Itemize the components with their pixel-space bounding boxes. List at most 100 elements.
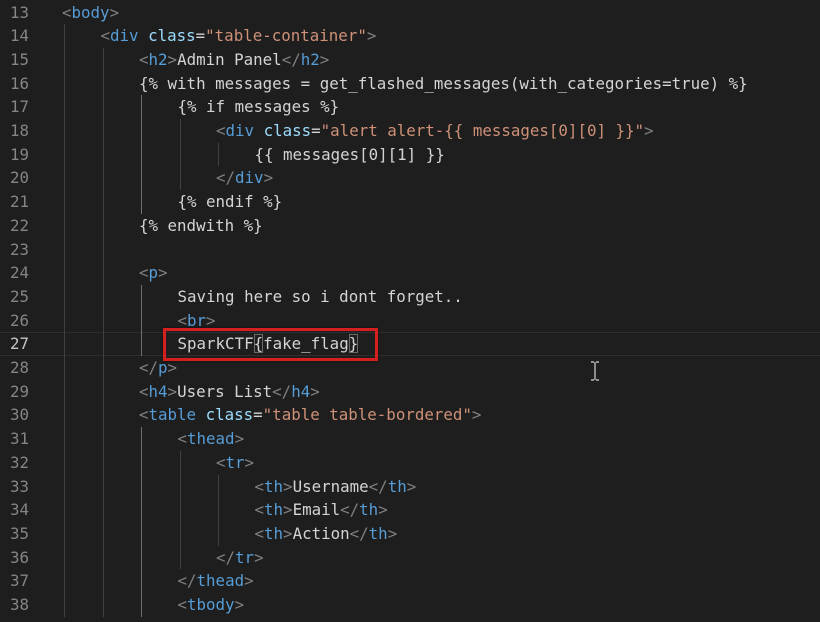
code-token: > [254,547,264,567]
indent-guide [141,284,142,356]
code-token: h4 [291,381,311,401]
code-token: </ [349,523,369,543]
code-line[interactable]: 30 <table class="table table-bordered"> [0,403,820,427]
code-line[interactable]: 33 <th>Username</th> [0,475,820,499]
code-token: > [366,26,377,46]
code-line[interactable]: 31 <thead> [0,427,820,451]
code-token: Email [292,500,341,520]
line-number: 32 [9,452,29,472]
code-token: Saving here so i dont forget.. [177,286,463,306]
code-line[interactable]: 20 </div> [0,166,820,190]
code-line[interactable]: 35 <th>Action</th> [0,522,820,546]
code-token: th [387,476,407,496]
code-token: = [311,121,321,140]
code-line[interactable]: 15 <h2>Admin Panel</h2> [0,48,820,72]
code-text: <th>Email</th> [255,498,388,522]
code-token: </ [340,500,360,520]
indent-guide [141,95,142,214]
code-token: tr [235,547,255,567]
code-text: <th>Action</th> [255,522,398,546]
code-token: </ [139,358,159,377]
code-line[interactable]: 25 Saving here so i dont forget.. [0,285,820,309]
code-token: br [187,310,207,330]
code-text: <div class="alert alert-{{ messages[0][0… [216,119,654,143]
code-token: < [254,523,265,543]
code-token: </ [216,547,236,567]
code-token: > [283,500,293,520]
code-token: thead [187,429,235,449]
code-token: > [206,310,216,330]
code-token: > [387,523,398,543]
line-number: 37 [9,571,29,591]
code-line[interactable]: 29 <h4>Users List</h4> [0,380,820,404]
code-token: Admin Panel [177,49,282,69]
line-number: 13 [9,2,29,22]
line-number: 27 [9,334,29,354]
line-number: 16 [9,73,29,93]
code-line[interactable]: 27 SparkCTF{fake_flag} [0,332,820,356]
line-number: 36 [9,547,29,567]
code-token: > [406,476,417,496]
code-token: > [167,49,178,69]
code-token: {{ messages[0][1] }} [254,144,445,164]
code-text: {% if messages %} [178,95,340,119]
line-number: 25 [9,286,29,306]
line-number: 31 [9,429,29,449]
code-line[interactable]: 17 {% if messages %} [0,95,820,119]
code-token: {% endif %} [177,192,283,212]
code-text: Saving here so i dont forget.. [178,285,463,309]
code-token: > [644,121,654,140]
code-text: {{ messages[0][1] }} [255,143,445,167]
code-token: > [471,405,482,425]
code-text: </tr> [216,546,264,570]
line-number: 23 [9,239,29,259]
code-token: Username [292,476,369,496]
code-line[interactable]: 14 <div class="table-container"> [0,24,820,48]
line-number: 34 [9,500,29,520]
code-line[interactable]: 38 <tbody> [0,593,820,617]
code-token: > [234,595,245,614]
code-line[interactable]: 26 <br> [0,309,820,333]
code-line[interactable]: 18 <div class="alert alert-{{ messages[0]… [0,119,820,143]
code-line[interactable]: 32 <tr> [0,451,820,475]
code-line[interactable]: 13 <body> [0,1,820,25]
code-line[interactable]: 23 [0,238,820,262]
code-token: < [139,381,149,401]
code-line[interactable]: 19 {{ messages[0][1] }} [0,143,820,167]
code-token: < [100,26,111,46]
code-token: < [139,405,149,425]
code-token: tr [225,452,245,472]
code-line[interactable]: 16 {% with messages = get_flashed_message… [0,72,820,96]
code-text: <div class="table-container"> [101,24,377,48]
code-line[interactable]: 34 <th>Email</th> [0,498,820,522]
code-text: <tr> [216,451,254,475]
code-editor[interactable]: 13 <body> 14 <div class="table-container"> 1… [0,0,820,622]
code-line[interactable]: 37 </thead> [0,569,820,593]
code-line[interactable]: 28 </p> [0,356,820,380]
code-token: th [264,523,284,543]
code-line[interactable]: 21 {% endif %} [0,190,820,214]
code-token: < [254,500,265,520]
code-token: > [263,168,274,188]
code-token: < [177,429,188,449]
code-line[interactable]: 24 <p> [0,261,820,285]
i-beam-cursor-icon [591,361,599,381]
code-token: </ [177,571,197,591]
code-token: body [71,2,110,22]
indent-guide [218,142,219,167]
code-line[interactable]: 22 {% endwith %} [0,214,820,238]
line-number: 20 [9,168,29,188]
code-token: p [148,263,159,283]
code-token: "table-container" [205,26,367,46]
code-text: <p> [139,261,168,285]
code-token: div [110,26,139,46]
code-token: </ [272,381,292,401]
code-token: < [216,452,226,472]
indent-guide [102,47,104,617]
line-number: 14 [9,26,29,46]
line-number: 38 [9,595,29,614]
code-line[interactable]: 36 </tr> [0,546,820,570]
code-token: th [359,500,379,520]
